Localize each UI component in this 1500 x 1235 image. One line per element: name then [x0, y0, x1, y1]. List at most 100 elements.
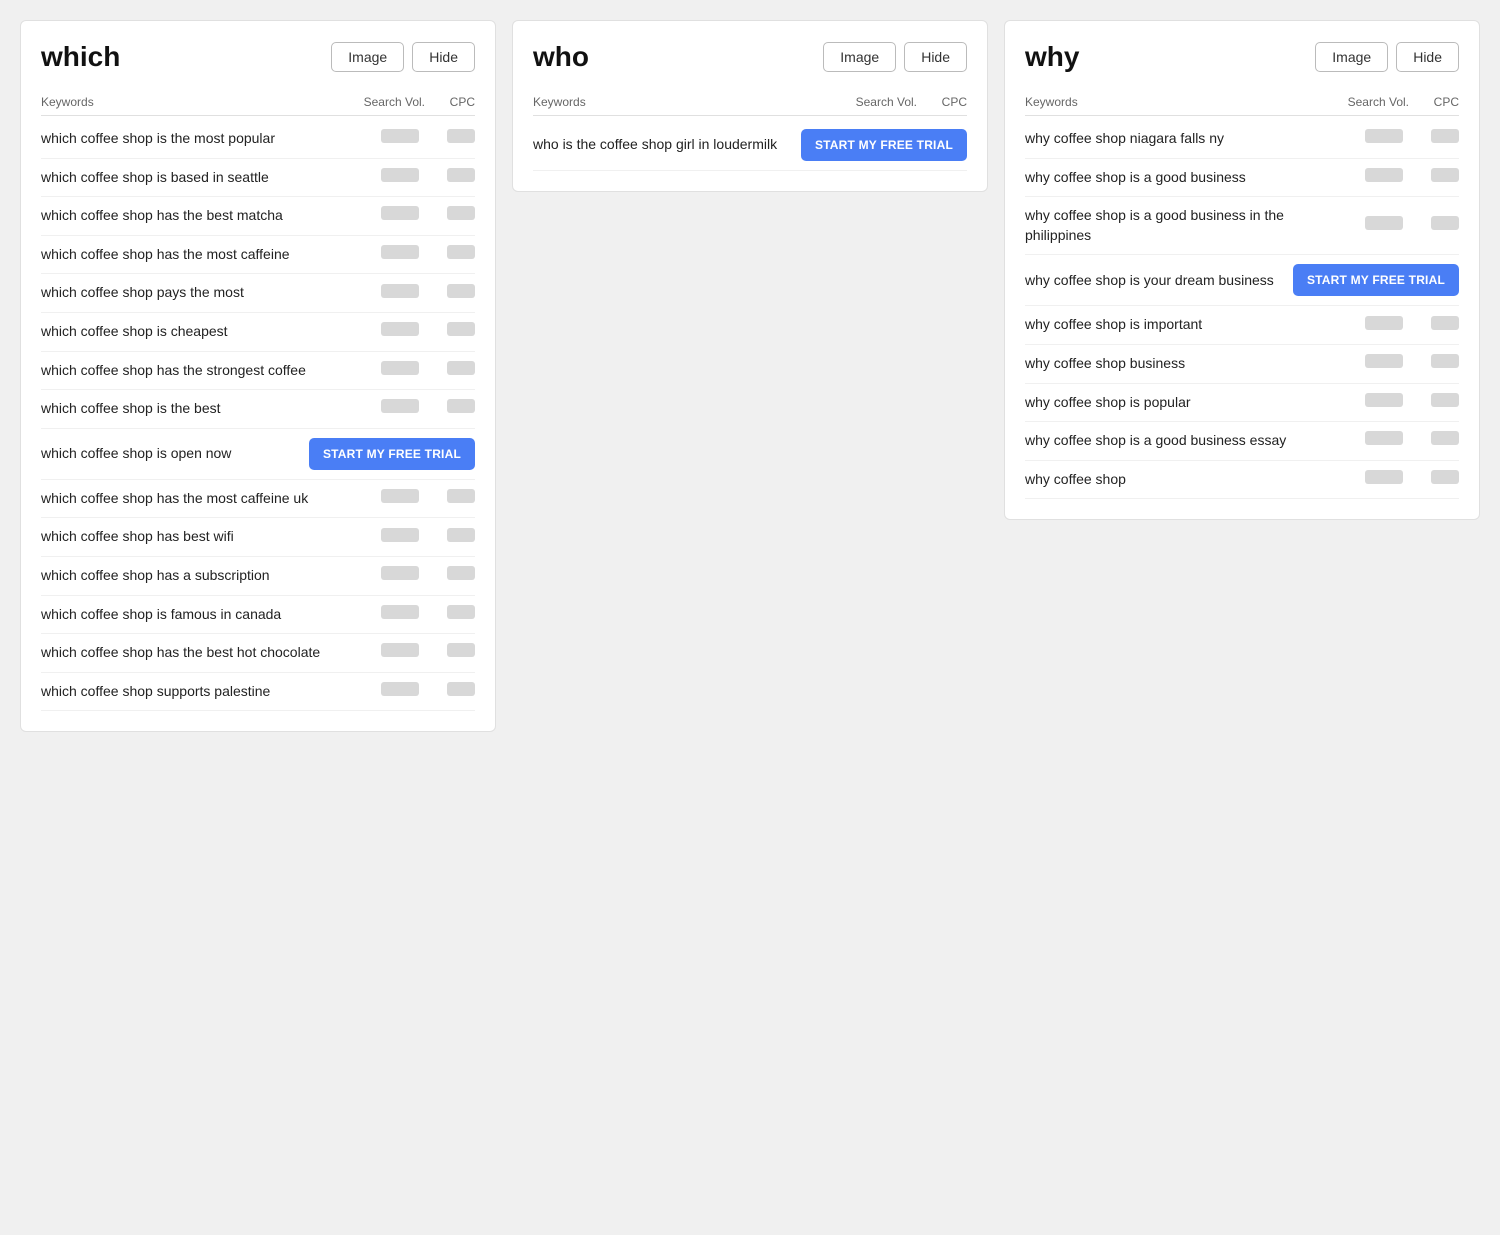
table-header-who: KeywordsSearch Vol.CPC: [533, 89, 967, 116]
cpc-value: [425, 284, 475, 303]
keyword-text: why coffee shop niagara falls ny: [1025, 129, 1329, 149]
card-title-why: why: [1025, 41, 1079, 73]
col-searchvol-header-why: Search Vol.: [1329, 95, 1409, 109]
cpc-value: [425, 682, 475, 701]
keyword-row: who is the coffee shop girl in loudermil…: [533, 120, 967, 171]
keyword-text: why coffee shop: [1025, 470, 1329, 490]
keyword-row: why coffee shop is popular: [1025, 384, 1459, 423]
cpc-value: [1409, 393, 1459, 412]
search-vol-value: [345, 206, 425, 225]
col-cpc-header-why: CPC: [1409, 95, 1459, 109]
hide-button-which[interactable]: Hide: [412, 42, 475, 72]
hide-button-who[interactable]: Hide: [904, 42, 967, 72]
cpc-value: [425, 605, 475, 624]
search-vol-value: [1329, 431, 1409, 450]
keyword-text: why coffee shop is important: [1025, 315, 1329, 335]
keyword-row: which coffee shop pays the most: [41, 274, 475, 313]
keyword-text: which coffee shop is the most popular: [41, 129, 345, 149]
keyword-text: why coffee shop is your dream business: [1025, 271, 1285, 291]
keyword-row: why coffee shop is your dream business ST…: [1025, 255, 1459, 306]
search-vol-value: [345, 322, 425, 341]
cta-button-why[interactable]: START MY FREE TRIAL: [1293, 264, 1459, 296]
search-vol-value: [345, 605, 425, 624]
search-vol-value: [1329, 316, 1409, 335]
keyword-text: which coffee shop has the most caffeine: [41, 245, 345, 265]
keyword-text: which coffee shop is the best: [41, 399, 345, 419]
keyword-row: which coffee shop has the most caffeine: [41, 236, 475, 275]
keyword-row: why coffee shop niagara falls ny: [1025, 120, 1459, 159]
image-button-why[interactable]: Image: [1315, 42, 1388, 72]
cpc-value: [425, 322, 475, 341]
keyword-text: which coffee shop has the strongest coff…: [41, 361, 345, 381]
search-vol-value: [1329, 393, 1409, 412]
search-vol-value: [345, 489, 425, 508]
cpc-value: [1409, 470, 1459, 489]
keyword-row: why coffee shop: [1025, 461, 1459, 500]
card-header-why: why Image Hide: [1025, 41, 1459, 73]
cpc-value: [1409, 316, 1459, 335]
image-button-who[interactable]: Image: [823, 42, 896, 72]
cpc-value: [425, 245, 475, 264]
hide-button-why[interactable]: Hide: [1396, 42, 1459, 72]
keyword-row: which coffee shop is based in seattle: [41, 159, 475, 198]
table-header-which: KeywordsSearch Vol.CPC: [41, 89, 475, 116]
search-vol-value: [345, 682, 425, 701]
keyword-text: why coffee shop business: [1025, 354, 1329, 374]
columns-wrapper: whichImageHideKeywordsSearch Vol.CPCwhic…: [20, 20, 1480, 732]
header-buttons-why: Image Hide: [1315, 42, 1459, 72]
col-searchvol-header-which: Search Vol.: [345, 95, 425, 109]
keyword-row: which coffee shop is the best: [41, 390, 475, 429]
cta-button-who[interactable]: START MY FREE TRIAL: [801, 129, 967, 161]
keyword-text: which coffee shop supports palestine: [41, 682, 345, 702]
keyword-text: which coffee shop has best wifi: [41, 527, 345, 547]
keyword-text: why coffee shop is popular: [1025, 393, 1329, 413]
cpc-value: [425, 566, 475, 585]
keyword-row: why coffee shop is important: [1025, 306, 1459, 345]
keyword-text: which coffee shop has a subscription: [41, 566, 345, 586]
cpc-value: [1409, 129, 1459, 148]
keyword-text: why coffee shop is a good business in th…: [1025, 206, 1329, 245]
search-vol-value: [345, 566, 425, 585]
keyword-text: which coffee shop has the most caffeine …: [41, 489, 345, 509]
keyword-row: which coffee shop has the most caffeine …: [41, 480, 475, 519]
keyword-row: which coffee shop is the most popular: [41, 120, 475, 159]
cpc-value: [425, 206, 475, 225]
keyword-text: which coffee shop is cheapest: [41, 322, 345, 342]
keyword-row: which coffee shop has a subscription: [41, 557, 475, 596]
search-vol-value: [1329, 470, 1409, 489]
keyword-text: which coffee shop pays the most: [41, 283, 345, 303]
card-who: whoImageHideKeywordsSearch Vol.CPCwho is…: [512, 20, 988, 192]
image-button-which[interactable]: Image: [331, 42, 404, 72]
search-vol-value: [345, 361, 425, 380]
keyword-row: which coffee shop has the best matcha: [41, 197, 475, 236]
keyword-row: why coffee shop business: [1025, 345, 1459, 384]
cpc-value: [1409, 431, 1459, 450]
card-title-which: which: [41, 41, 120, 73]
keyword-row: why coffee shop is a good business essay: [1025, 422, 1459, 461]
col-cpc-header-which: CPC: [425, 95, 475, 109]
card-which: which Image Hide KeywordsSearch Vol.CPC whic…: [20, 20, 496, 732]
keyword-row: which coffee shop has the best hot choco…: [41, 634, 475, 673]
col-cpc-header-who: CPC: [917, 95, 967, 109]
search-vol-value: [1329, 216, 1409, 235]
cpc-value: [1409, 354, 1459, 373]
keyword-row: why coffee shop is a good business in th…: [1025, 197, 1459, 255]
search-vol-value: [345, 643, 425, 662]
search-vol-value: [345, 399, 425, 418]
cpc-value: [425, 361, 475, 380]
header-buttons-who: Image Hide: [823, 42, 967, 72]
search-vol-value: [1329, 129, 1409, 148]
keyword-text: which coffee shop has the best matcha: [41, 206, 345, 226]
table-header-why: KeywordsSearch Vol.CPC: [1025, 89, 1459, 116]
cta-button-which[interactable]: START MY FREE TRIAL: [309, 438, 475, 470]
cpc-value: [425, 168, 475, 187]
col-keyword-header-who: Keywords: [533, 95, 837, 109]
keyword-text: why coffee shop is a good business: [1025, 168, 1329, 188]
keyword-text: which coffee shop is based in seattle: [41, 168, 345, 188]
search-vol-value: [345, 168, 425, 187]
cpc-value: [425, 129, 475, 148]
keyword-text: which coffee shop is famous in canada: [41, 605, 345, 625]
cpc-value: [1409, 216, 1459, 235]
search-vol-value: [1329, 168, 1409, 187]
search-vol-value: [345, 129, 425, 148]
